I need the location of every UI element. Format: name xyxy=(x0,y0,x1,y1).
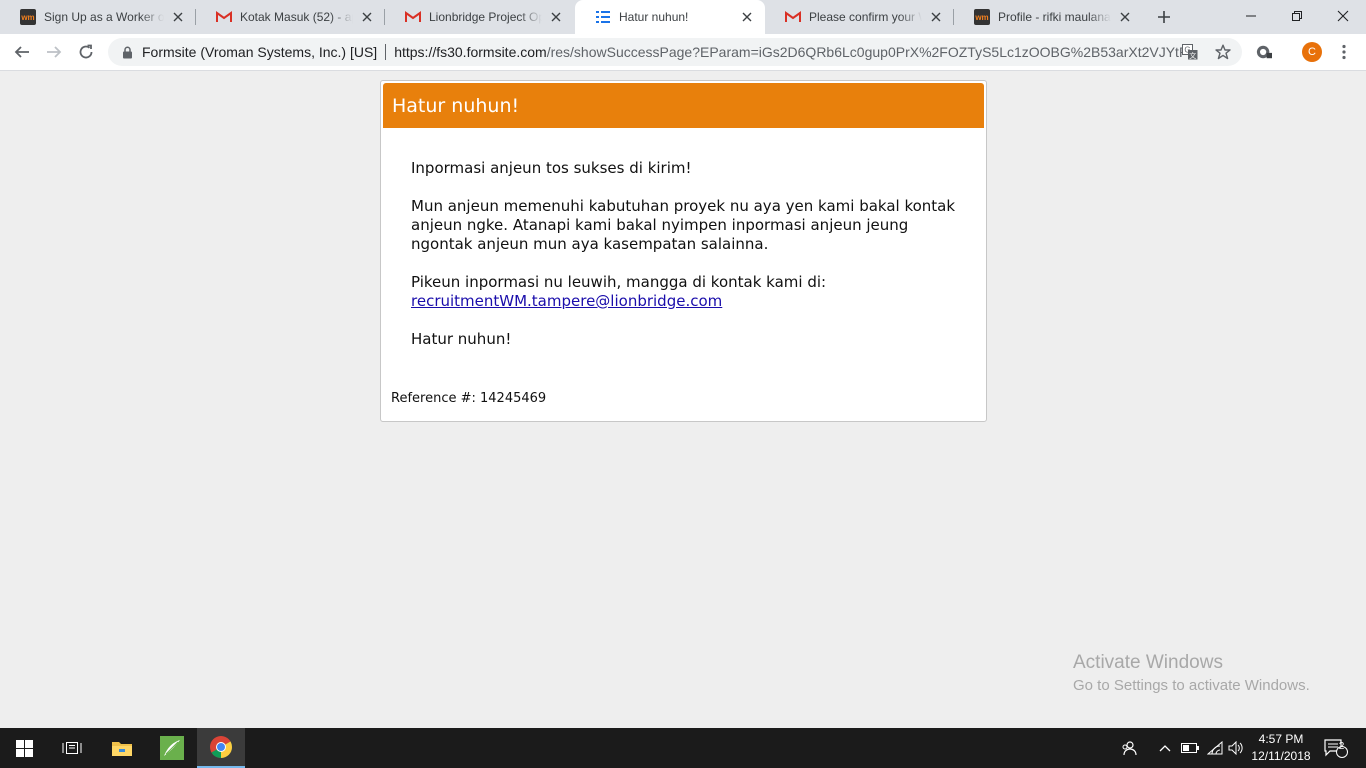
people-button[interactable] xyxy=(1118,728,1140,768)
close-icon[interactable] xyxy=(739,9,755,25)
page-title: Hatur nuhun! xyxy=(392,94,520,117)
windows-taskbar: 4:57 PM 12/11/2018 2 xyxy=(0,728,1366,768)
volume-indicator[interactable] xyxy=(1226,728,1246,768)
plus-icon xyxy=(1158,11,1170,23)
start-button[interactable] xyxy=(0,728,48,768)
svg-text:wm: wm xyxy=(974,13,988,22)
close-icon[interactable] xyxy=(1117,9,1133,25)
battery-indicator[interactable] xyxy=(1180,728,1200,768)
tab-kotak-masuk[interactable]: Kotak Masuk (52) - app xyxy=(196,0,385,34)
svg-text:文: 文 xyxy=(1189,51,1196,60)
task-view-button[interactable] xyxy=(48,728,96,768)
workmarket-icon: wm xyxy=(974,9,990,25)
watermark-subtitle: Go to Settings to activate Windows. xyxy=(1073,677,1310,694)
tab-title: Sign Up as a Worker on xyxy=(44,10,164,24)
close-icon[interactable] xyxy=(928,9,944,25)
close-icon[interactable] xyxy=(359,9,375,25)
leaf-app-icon xyxy=(160,736,184,760)
contact-email-link[interactable]: recruitmentWM.tampere@lionbridge.com xyxy=(411,292,722,310)
tab-title: Please confirm your Wo xyxy=(809,10,922,24)
gmail-icon xyxy=(216,9,232,25)
show-hidden-icons-button[interactable] xyxy=(1155,728,1175,768)
chevron-up-icon xyxy=(1159,745,1171,752)
extension-icon[interactable] xyxy=(1256,44,1272,60)
back-arrow-icon xyxy=(14,46,29,58)
forward-button[interactable] xyxy=(40,38,68,66)
formsite-icon xyxy=(595,9,611,25)
close-icon xyxy=(1337,10,1349,22)
gmail-icon xyxy=(405,9,421,25)
tab-strip: wm Sign Up as a Worker on Kotak Masuk (5… xyxy=(0,0,1366,34)
tab-lionbridge-project[interactable]: Lionbridge Project Opp xyxy=(385,0,574,34)
back-button[interactable] xyxy=(8,38,36,66)
tab-hatur-nuhun[interactable]: Hatur nuhun! xyxy=(575,0,765,34)
success-card-header: Hatur nuhun! xyxy=(383,83,984,128)
tab-title: Lionbridge Project Opp xyxy=(429,10,542,24)
address-bar[interactable]: Formsite (Vroman Systems, Inc.) [US] htt… xyxy=(108,38,1242,66)
translate-icon[interactable]: G文 xyxy=(1182,44,1198,60)
close-window-button[interactable] xyxy=(1320,0,1366,32)
url-host: https://fs30.formsite.com xyxy=(394,44,547,60)
minimize-button[interactable] xyxy=(1228,0,1274,32)
reference-number: Reference #: 14245469 xyxy=(391,391,547,406)
folder-icon xyxy=(112,742,132,756)
followup-paragraph: Mun anjeun memenuhi kabutuhan proyek nu … xyxy=(411,197,956,253)
people-icon xyxy=(1122,741,1137,756)
url-text[interactable]: https://fs30.formsite.com/res/showSucces… xyxy=(394,44,1184,60)
forward-arrow-icon xyxy=(47,46,62,58)
tab-title: Profile - rifki maulana - xyxy=(998,10,1111,24)
success-paragraph: Inpormasi anjeun tos sukses di kirim! xyxy=(411,159,692,177)
new-tab-button[interactable] xyxy=(1152,5,1176,29)
minimize-icon xyxy=(1246,15,1256,17)
action-center-button[interactable]: 2 xyxy=(1322,728,1350,768)
system-clock[interactable]: 4:57 PM 12/11/2018 xyxy=(1244,731,1318,765)
lock-icon[interactable] xyxy=(120,45,134,59)
restore-icon xyxy=(1292,11,1302,21)
tab-title: Kotak Masuk (52) - app xyxy=(240,10,353,24)
contact-paragraph: Pikeun inpormasi nu leuwih, mangga di ko… xyxy=(411,273,971,311)
tab-sign-up-worker[interactable]: wm Sign Up as a Worker on xyxy=(0,0,196,34)
restore-button[interactable] xyxy=(1274,0,1320,32)
closing-paragraph: Hatur nuhun! xyxy=(411,330,512,348)
network-indicator[interactable] xyxy=(1205,728,1225,768)
wifi-icon xyxy=(1207,741,1223,755)
bookmark-star-icon[interactable] xyxy=(1215,44,1231,60)
battery-icon xyxy=(1181,743,1199,753)
tab-profile[interactable]: wm Profile - rifki maulana - xyxy=(954,0,1143,34)
omnibox-divider xyxy=(385,44,387,60)
close-icon[interactable] xyxy=(170,9,186,25)
svg-text:wm: wm xyxy=(20,13,34,22)
task-view-icon xyxy=(62,742,82,754)
reload-icon xyxy=(79,44,93,59)
activate-windows-watermark: Activate Windows Go to Settings to activ… xyxy=(1073,652,1310,697)
windows-logo-icon xyxy=(15,739,33,757)
success-message: Inpormasi anjeun tos sukses di kirim! Mu… xyxy=(411,159,971,368)
browser-toolbar: Formsite (Vroman Systems, Inc.) [US] htt… xyxy=(0,34,1366,71)
clock-time: 4:57 PM xyxy=(1258,732,1304,746)
url-path: /res/showSuccessPage?EParam=iGs2D6QRb6Lc… xyxy=(546,44,1185,60)
speaker-icon xyxy=(1228,741,1243,755)
chrome-icon xyxy=(210,736,232,758)
close-icon[interactable] xyxy=(548,9,564,25)
clock-date: 12/11/2018 xyxy=(1251,749,1311,763)
tab-please-confirm[interactable]: Please confirm your Wo xyxy=(765,0,954,34)
watermark-title: Activate Windows xyxy=(1073,652,1223,673)
chrome-button[interactable] xyxy=(197,728,245,768)
contact-text: Pikeun inpormasi nu leuwih, mangga di ko… xyxy=(411,273,827,291)
site-identity[interactable]: Formsite (Vroman Systems, Inc.) [US] xyxy=(142,44,377,60)
tab-title: Hatur nuhun! xyxy=(619,10,689,24)
gmail-icon xyxy=(785,9,801,25)
more-menu-icon[interactable] xyxy=(1336,44,1352,60)
file-explorer-button[interactable] xyxy=(98,728,146,768)
workmarket-icon: wm xyxy=(20,9,36,25)
app-button[interactable] xyxy=(148,728,196,768)
success-card: Hatur nuhun! Inpormasi anjeun tos sukses… xyxy=(380,80,987,422)
reload-button[interactable] xyxy=(72,38,100,66)
profile-avatar[interactable]: C xyxy=(1302,42,1322,62)
notification-count: 2 xyxy=(1338,741,1345,752)
